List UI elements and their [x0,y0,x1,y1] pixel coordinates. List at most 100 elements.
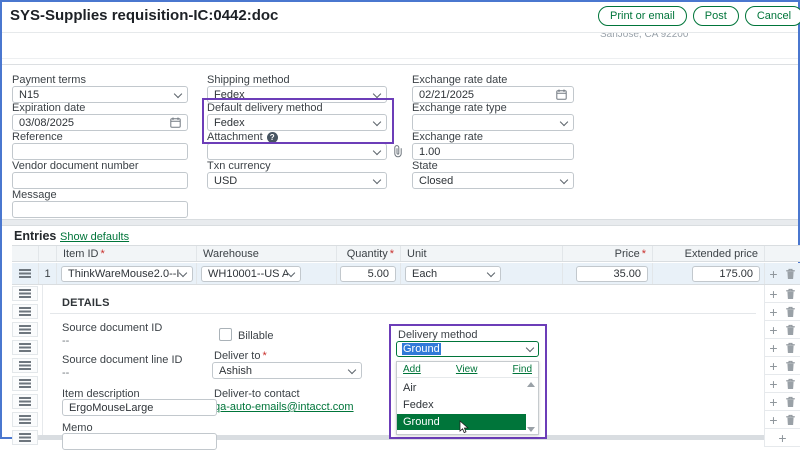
help-icon[interactable] [267,132,278,143]
memo-input[interactable] [62,433,217,450]
drag-handle[interactable] [12,430,38,445]
dropdown-links-row: Add View Find [397,362,538,378]
drag-handle[interactable] [12,304,38,319]
scroll-down-icon[interactable] [527,427,535,432]
billable-checkbox[interactable] [219,328,232,341]
delivery-method-combobox[interactable]: Ground [396,341,539,357]
plus-icon[interactable] [769,413,777,427]
plus-icon[interactable] [769,323,777,337]
entries-table-header: Item ID* Warehouse Quantity* Unit Price*… [12,245,800,262]
payment-terms-label: Payment terms [12,74,86,86]
txn-currency-select[interactable]: USD [207,172,387,189]
delivery-method-highlight-panel: Delivery method Ground Add View Find Air… [389,324,547,439]
plus-icon[interactable] [769,341,777,355]
print-or-email-button[interactable]: Print or email [598,6,687,26]
price-input[interactable]: 35.00 [576,266,648,282]
trash-icon[interactable] [785,360,796,372]
chevron-down-icon [526,344,534,352]
message-input[interactable] [12,201,188,218]
source-doc-line-id-value: -- [62,367,69,379]
option-fedex[interactable]: Fedex [403,399,434,411]
plus-icon[interactable] [778,431,786,445]
row-quantity-cell: 5.00 [336,263,400,284]
state-select[interactable]: Closed [412,172,574,189]
quantity-input[interactable]: 5.00 [340,266,396,282]
exchange-rate-type-select[interactable] [412,114,574,131]
row-extended-price-cell: 175.00 [652,263,764,284]
deliver-to-contact-label: Deliver-to contact [214,388,300,400]
drag-handle[interactable] [12,340,38,355]
expiration-date-field[interactable]: 03/08/2025 [12,114,188,131]
default-delivery-method-select[interactable]: Fedex [207,114,387,131]
cursor-icon [459,420,469,434]
show-defaults-link[interactable]: Show defaults [60,231,129,243]
page-title: SYS-Supplies requisition-IC:0442:doc [10,7,278,24]
item-description-input[interactable]: ErgoMouseLarge [62,399,217,416]
deliver-to-contact-link[interactable]: qa-auto-emails@intacct.com [214,401,354,413]
drag-handle-icon [19,361,31,370]
shipping-method-select[interactable]: Fedex [207,86,387,103]
trash-icon[interactable] [785,306,796,318]
exchange-rate-input[interactable]: 1.00 [412,143,574,160]
plus-icon[interactable] [769,305,777,319]
plus-icon[interactable] [769,359,777,373]
calendar-icon[interactable] [170,117,181,128]
header-actions: Print or email Post Cancel More actions [598,6,800,26]
trash-icon[interactable] [785,268,796,280]
trash-icon[interactable] [785,324,796,336]
txn-currency-label: Txn currency [207,160,271,172]
expiration-date-label: Expiration date [12,102,85,114]
header-item-id: Item ID* [56,246,196,261]
calendar-icon[interactable] [556,89,567,100]
row-actions [764,303,800,321]
chevron-down-icon [560,117,568,125]
divider [2,58,798,59]
reference-input[interactable] [12,143,188,160]
header-actions-col [764,246,800,261]
drag-handle[interactable] [12,412,38,427]
exchange-rate-date-field[interactable]: 02/21/2025 [412,86,574,103]
row-actions [764,285,800,303]
unit-select[interactable]: Each [405,266,501,282]
trash-icon[interactable] [785,342,796,354]
drag-handle-icon [19,289,31,298]
trash-icon[interactable] [785,396,796,408]
scroll-up-icon[interactable] [527,382,535,387]
payment-terms-select[interactable]: N15 [12,86,188,103]
view-link[interactable]: View [456,364,478,375]
details-divider [50,313,756,314]
drag-handle[interactable] [12,376,38,391]
trash-icon[interactable] [785,414,796,426]
row-drag-handle[interactable] [12,263,38,284]
trash-icon[interactable] [785,288,796,300]
add-link[interactable]: Add [403,364,421,375]
trash-icon[interactable] [785,378,796,390]
drag-handle-icon [19,433,31,442]
plus-icon[interactable] [769,267,777,281]
plus-icon[interactable] [769,287,777,301]
exchange-rate-label: Exchange rate [412,131,483,143]
deliver-to-select[interactable]: Ashish [212,362,362,379]
option-air[interactable]: Air [403,382,416,394]
default-delivery-method-label: Default delivery method [207,102,323,114]
state-label: State [412,160,438,172]
vendor-doc-number-input[interactable] [12,172,188,189]
attachment-select[interactable] [207,143,387,160]
warehouse-select[interactable]: WH10001--US AZ Wa [201,266,301,282]
cancel-button[interactable]: Cancel [745,6,800,26]
drag-handle[interactable] [12,322,38,337]
drag-handle[interactable] [12,286,38,301]
find-link[interactable]: Find [513,364,532,375]
plus-icon[interactable] [769,377,777,391]
extended-price-input[interactable]: 175.00 [692,266,760,282]
header-num-col [38,246,56,261]
drag-handle[interactable] [12,358,38,373]
paperclip-icon[interactable] [393,145,403,158]
row-actions [764,357,800,375]
drag-handle[interactable] [12,394,38,409]
item-id-select[interactable]: ThinkWareMouse2.0--I [61,266,193,282]
header-unit: Unit [400,246,562,261]
plus-icon[interactable] [769,395,777,409]
chevron-down-icon [373,117,381,125]
post-button[interactable]: Post [693,6,739,26]
